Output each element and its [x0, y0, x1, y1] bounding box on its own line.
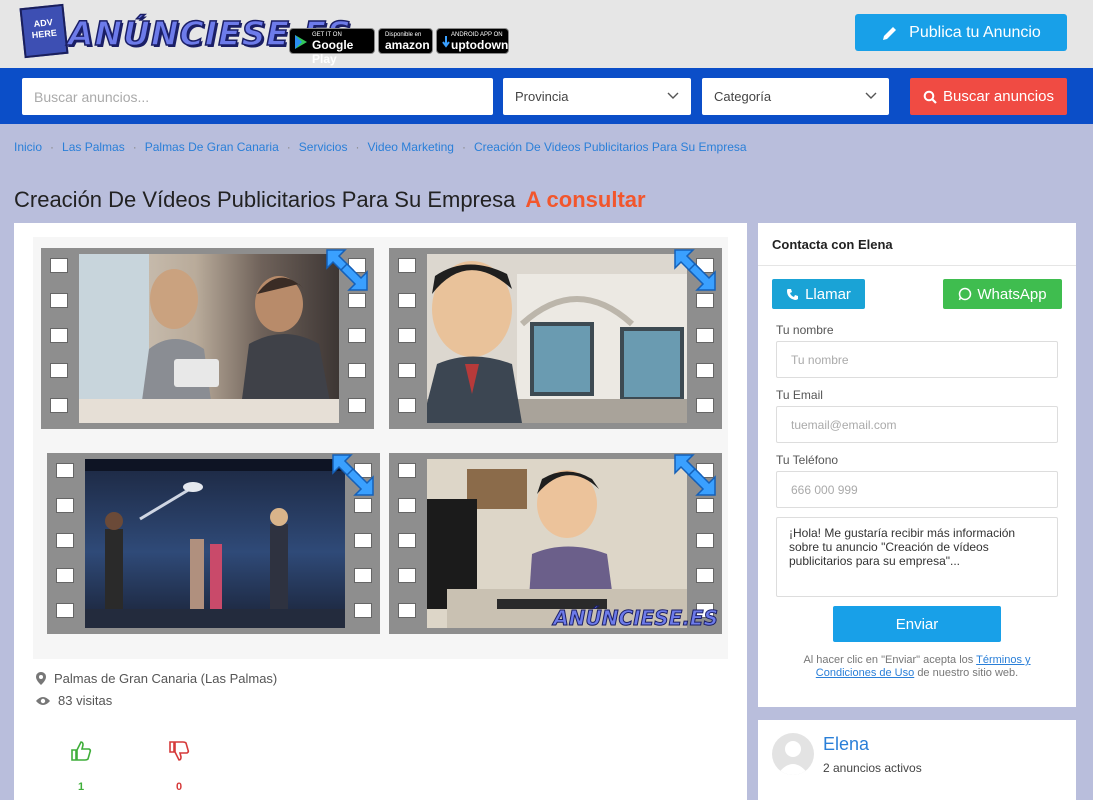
whatsapp-icon [959, 287, 972, 301]
top-header: ADV HERE ANÚNCIESE.ES GET IT ON Google P… [0, 0, 1093, 68]
film-set-illustration [85, 459, 345, 628]
listing-location: Palmas de Gran Canaria (Las Palmas) [36, 671, 277, 686]
chevron-down-icon [667, 92, 679, 99]
phone-label: Tu Teléfono [776, 453, 839, 467]
cartoon-desk-illustration [427, 459, 687, 628]
google-play-label: Google Play [312, 38, 354, 66]
like-button[interactable]: 1 [66, 740, 96, 793]
province-select-value: Provincia [515, 89, 569, 104]
name-field[interactable] [776, 341, 1058, 378]
province-select[interactable]: Provincia [503, 78, 691, 115]
breadcrumb-item[interactable]: Palmas De Gran Canaria [145, 140, 279, 154]
film-frame-cartoon-desk: ANÚNCIESE.ES [389, 453, 722, 634]
breadcrumb: Inicio · Las Palmas · Palmas De Gran Canar… [14, 140, 747, 154]
listing-image[interactable]: ANÚNCIESE.ES [33, 237, 728, 659]
user-silhouette-icon [777, 741, 809, 775]
contact-title: Contacta con Elena [772, 237, 893, 252]
film-frame-cartoon-building [389, 248, 722, 429]
terms-suffix: de nuestro sitio web. [917, 667, 1019, 679]
amazon-label: amazon [385, 38, 430, 52]
breadcrumb-item[interactable]: Inicio [14, 140, 42, 154]
seller-ads-count: 2 anuncios activos [823, 761, 922, 775]
like-count: 1 [77, 781, 85, 793]
breadcrumb-item[interactable]: Creación De Videos Publicitarios Para Su… [474, 140, 747, 154]
google-play-icon [295, 35, 307, 49]
phone-icon [787, 288, 799, 300]
uptodown-label: uptodown [451, 38, 509, 52]
expand-arrow-icon [326, 249, 368, 291]
eye-icon [36, 696, 50, 705]
chevron-down-icon [865, 92, 877, 99]
logo-badge: ADV HERE [19, 3, 69, 59]
thumbs-up-icon [71, 741, 92, 761]
dislike-count: 0 [175, 781, 183, 793]
breadcrumb-item[interactable]: Video Marketing [367, 140, 454, 154]
film-frame-meeting [41, 248, 374, 429]
send-button[interactable]: Enviar [833, 606, 1001, 642]
search-button[interactable]: Buscar anuncios [910, 78, 1067, 115]
film-frame-film-set [47, 453, 380, 634]
meeting-illustration [79, 254, 339, 423]
seller-name[interactable]: Elena [823, 734, 869, 755]
search-bar: Provincia Categoría Buscar anuncios [0, 68, 1093, 124]
divider [758, 265, 1076, 266]
call-button[interactable]: Llamar [772, 279, 865, 309]
listing-card: ANÚNCIESE.ES Palmas de Gran Canaria (Las… [14, 223, 747, 800]
publish-ad-label: Publica tu Anuncio [909, 23, 1041, 41]
listing-price: A consultar [525, 187, 646, 212]
email-label: Tu Email [776, 388, 823, 402]
cartoon-building-illustration [427, 261, 687, 423]
page-title: Creación De Vídeos Publicitarios Para Su… [14, 187, 646, 213]
thumbs-down-icon [169, 741, 190, 761]
map-marker-icon [36, 672, 46, 685]
call-button-label: Llamar [805, 285, 851, 303]
terms-notice: Al hacer clic en "Enviar" acepta los Tér… [776, 654, 1058, 680]
search-button-label: Buscar anuncios [943, 88, 1054, 105]
download-arrow-icon [442, 36, 450, 48]
name-label: Tu nombre [776, 323, 834, 337]
seller-card: Elena 2 anuncios activos [758, 720, 1076, 800]
terms-prefix: Al hacer clic en "Enviar" acepta los [803, 654, 974, 666]
amazon-badge[interactable]: Disponible en amazon [378, 28, 433, 54]
expand-arrow-icon [674, 454, 716, 496]
publish-ad-button[interactable]: Publica tu Anuncio [855, 14, 1067, 51]
google-play-badge[interactable]: GET IT ON Google Play [289, 28, 375, 66]
expand-arrow-icon [674, 249, 716, 291]
category-select[interactable]: Categoría [702, 78, 889, 115]
visits-text: 83 visitas [58, 693, 113, 708]
site-logo[interactable]: ADV HERE ANÚNCIESE.ES [19, 3, 352, 60]
dislike-button[interactable]: 0 [164, 740, 194, 793]
category-select-value: Categoría [714, 89, 772, 104]
search-icon [923, 90, 937, 104]
image-watermark: ANÚNCIESE.ES [553, 606, 719, 631]
avatar[interactable] [772, 733, 814, 775]
contact-card: Contacta con Elena Llamar WhatsApp Tu no… [758, 223, 1076, 707]
breadcrumb-item[interactable]: Las Palmas [62, 140, 125, 154]
pencil-icon [883, 26, 897, 40]
whatsapp-button[interactable]: WhatsApp [943, 279, 1062, 309]
phone-field[interactable] [776, 471, 1058, 508]
location-text: Palmas de Gran Canaria (Las Palmas) [54, 671, 278, 686]
breadcrumb-item[interactable]: Servicios [299, 140, 348, 154]
search-input[interactable] [22, 78, 493, 115]
email-field[interactable] [776, 406, 1058, 443]
listing-visits: 83 visitas [36, 693, 112, 708]
message-field[interactable]: ¡Hola! Me gustaría recibir más informaci… [776, 517, 1058, 597]
expand-arrow-icon [332, 454, 374, 496]
whatsapp-button-label: WhatsApp [977, 285, 1047, 303]
uptodown-badge[interactable]: ANDROID APP ON uptodown [436, 28, 509, 54]
listing-title: Creación De Vídeos Publicitarios Para Su… [14, 187, 516, 212]
